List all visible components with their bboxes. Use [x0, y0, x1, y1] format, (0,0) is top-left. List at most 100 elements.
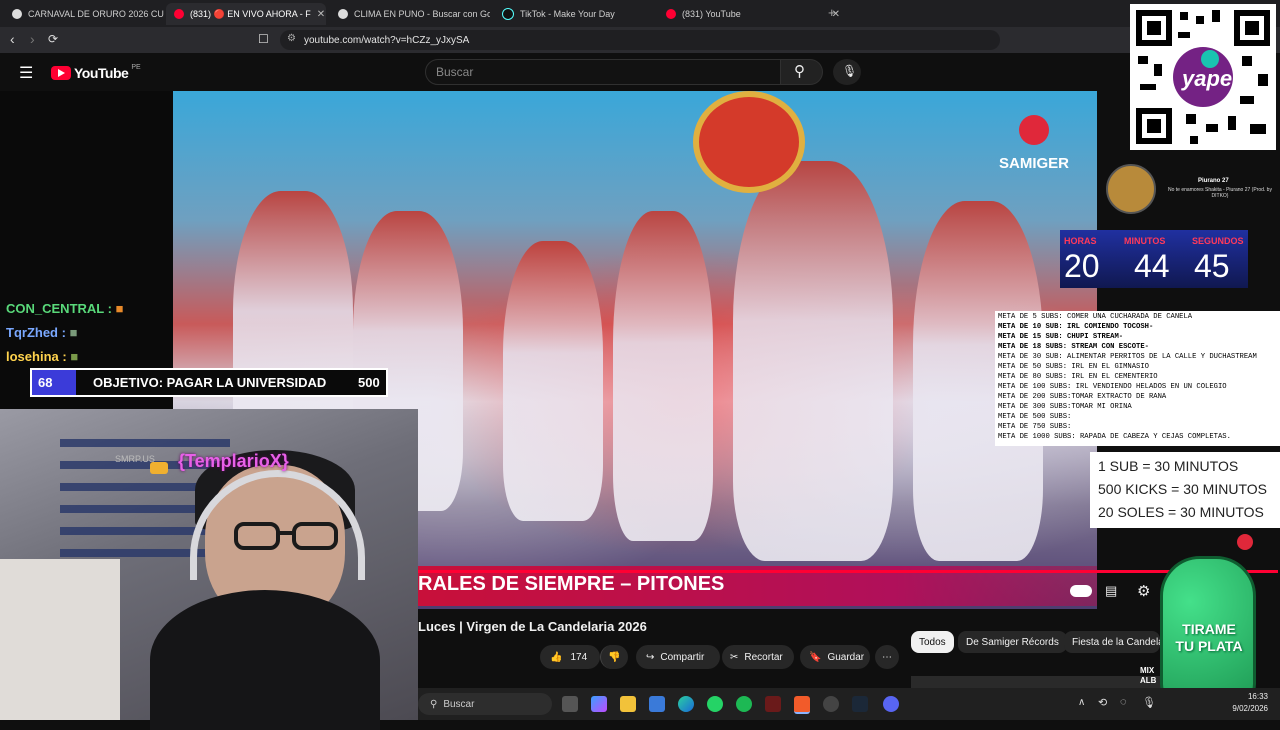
dancer-figure — [613, 211, 713, 541]
chat-message: TqrZhed : ■ — [6, 325, 78, 340]
obs-icon[interactable] — [823, 696, 839, 712]
rate-line: 500 KICKS = 30 MINUTOS — [1098, 481, 1267, 497]
tray-chevron-icon[interactable]: ∧ — [1078, 697, 1085, 708]
goal-target: 500 — [358, 375, 380, 390]
goal-line: META DE 30 SUB: ALIMENTAR PERRITOS DE LA… — [998, 353, 1257, 361]
more-actions-button[interactable]: ⋯ — [875, 645, 899, 669]
tray-app-icon[interactable]: ⟲ — [1098, 696, 1107, 709]
new-tab-icon[interactable]: + — [828, 5, 836, 20]
whatsapp-icon[interactable] — [707, 696, 723, 712]
bookmark-icon: 🔖 — [809, 651, 822, 663]
copilot-icon[interactable] — [591, 696, 607, 712]
subscription-goals-list: META DE 5 SUBS: COMER UNA CUCHARADA DE C… — [995, 311, 1280, 446]
save-button[interactable]: 🔖 Guardar — [800, 645, 870, 669]
region-code: PE — [131, 63, 141, 71]
clock-date[interactable]: 9/02/2026 — [1222, 704, 1268, 713]
brave-icon[interactable] — [794, 696, 810, 714]
youtube-search-button[interactable]: ⚲ — [781, 59, 823, 85]
youtube-logo[interactable]: YouTube PE — [51, 63, 141, 81]
song-title: Piurano 27 — [1198, 178, 1229, 184]
goal-label: OBJETIVO: PAGAR LA UNIVERSIDAD — [93, 375, 327, 390]
goal-line: META DE 50 SUBS: IRL EN EL GIMNASIO — [998, 363, 1149, 371]
taskbar-search-placeholder: Buscar — [443, 698, 475, 710]
minutes-value: 44 — [1134, 248, 1170, 284]
bed-object — [0, 559, 120, 720]
goal-line: META DE 18 SUBS: STREAM CON ESCOTE- — [998, 343, 1149, 351]
close-tab-icon[interactable]: ✕ — [317, 9, 325, 20]
browser-tab[interactable]: (831) YouTube ✕ — [658, 3, 848, 25]
chat-message: losehina : ■ — [6, 349, 79, 364]
more-dots-icon: ⋯ — [882, 651, 892, 663]
browser-tab[interactable]: CARNAVAL DE ORURO 2026 CUANDO — [4, 3, 164, 25]
chip-all[interactable]: Todos — [911, 631, 954, 653]
subtitles-icon[interactable]: ▤ — [1105, 583, 1117, 599]
site-info-icon[interactable]: ⚙ — [287, 33, 296, 44]
app-icon[interactable] — [765, 696, 781, 712]
goal-line: META DE 750 SUBS: — [998, 423, 1072, 431]
settings-gear-icon[interactable]: ⚙ — [1137, 582, 1150, 600]
tray-network-icon[interactable]: ◌ — [1120, 696, 1127, 708]
emote-icon: ■ — [69, 325, 78, 340]
forward-icon[interactable]: › — [30, 31, 35, 47]
spotify-icon[interactable] — [736, 696, 752, 712]
chip-topic[interactable]: Fiesta de la Candela — [1064, 631, 1160, 653]
chip-label: Todos — [919, 636, 946, 648]
like-button[interactable]: 👍 174 — [540, 645, 600, 669]
discord-icon[interactable] — [883, 696, 899, 712]
goal-line: META DE 100 SUBS: IRL VENDIENDO HELADOS … — [998, 383, 1227, 391]
video-title: Luces | Virgen de La Candelaria 2026 — [418, 619, 647, 634]
subathon-timer: HORAS MINUTOS SEGUNDOS 20 44 45 — [1060, 230, 1248, 288]
video-progress-bar[interactable] — [418, 570, 1278, 573]
store-icon[interactable] — [649, 696, 665, 712]
tab-label: (831) YouTube — [682, 9, 741, 19]
dancer-figure — [503, 241, 603, 521]
donation-text: TIRAME TU PLATA — [1175, 621, 1243, 654]
emote-icon: ■ — [70, 349, 79, 364]
goal-line: META DE 200 SUBS:TOMAR EXTRACTO DE RANA — [998, 393, 1167, 401]
browser-tab-bar: CARNAVAL DE ORURO 2026 CUANDO (831) 🔴 EN… — [0, 0, 1280, 27]
steam-icon[interactable] — [852, 696, 868, 712]
dancer-figure — [733, 161, 893, 561]
share-button[interactable]: ↪ Compartir — [636, 645, 720, 669]
watermark-text: SAMIGER — [999, 155, 1070, 172]
clip-label: Recortar — [744, 651, 783, 663]
bookmark-icon[interactable]: ☐ — [258, 32, 269, 46]
search-placeholder: Buscar — [436, 65, 474, 79]
taskbar-search[interactable]: ⚲ Buscar — [418, 693, 552, 715]
menu-icon[interactable]: ☰ — [19, 63, 33, 83]
tab-label: CARNAVAL DE ORURO 2026 CUANDO — [28, 9, 164, 19]
background-stripe — [60, 439, 230, 447]
youtube-icon — [666, 9, 676, 19]
voice-search-button[interactable]: 🎙 — [833, 59, 861, 85]
dislike-button[interactable]: 👎 — [600, 645, 628, 669]
edge-icon[interactable] — [678, 696, 694, 712]
reload-icon[interactable]: ⟳ — [48, 32, 58, 46]
google-icon — [12, 9, 22, 19]
autoplay-toggle[interactable] — [1070, 585, 1092, 597]
back-icon[interactable]: ‹ — [10, 31, 15, 47]
goal-line: META DE 15 SUB: CHUPI STREAM- — [998, 333, 1124, 341]
chat-username: TqrZhed — [6, 325, 58, 340]
seconds-label: SEGUNDOS — [1192, 236, 1244, 246]
goal-current: 68 — [38, 375, 53, 390]
chip-label: De Samiger Récords — [966, 636, 1059, 648]
rate-line: 1 SUB = 30 MINUTOS — [1098, 458, 1239, 474]
hours-value: 20 — [1064, 248, 1100, 284]
goal-line: META DE 10 SUB: IRL COMIENDO TOCOSH- — [998, 323, 1154, 331]
minutes-label: MINUTOS — [1124, 236, 1166, 246]
chip-channel[interactable]: De Samiger Récords — [958, 631, 1067, 653]
clock-time[interactable]: 16:33 — [1232, 692, 1268, 701]
song-subtitle: No te enamores Shakita - Piurano 27 (Pro… — [1168, 187, 1272, 199]
browser-tab-active[interactable]: (831) 🔴 EN VIVO AHORA - F ✕ — [166, 3, 326, 25]
save-label: Guardar — [827, 651, 865, 663]
recommended-thumbnail[interactable] — [911, 676, 1161, 688]
task-view-icon[interactable] — [562, 696, 578, 712]
youtube-search-input[interactable]: Buscar — [425, 59, 781, 85]
browser-tab[interactable]: TikTok - Make Your Day — [494, 3, 654, 25]
url-field[interactable]: ⚙ youtube.com/watch?v=hCZz_yJxySA — [280, 30, 1000, 50]
clip-button[interactable]: ✂ Recortar — [722, 645, 794, 669]
browser-tab[interactable]: CLIMA EN PUNO - Buscar con Google — [330, 3, 490, 25]
file-explorer-icon[interactable] — [620, 696, 636, 712]
thumbnail-text: MIX ALB — [1140, 666, 1157, 685]
microphone-icon[interactable]: 🎙 — [1142, 696, 1156, 709]
